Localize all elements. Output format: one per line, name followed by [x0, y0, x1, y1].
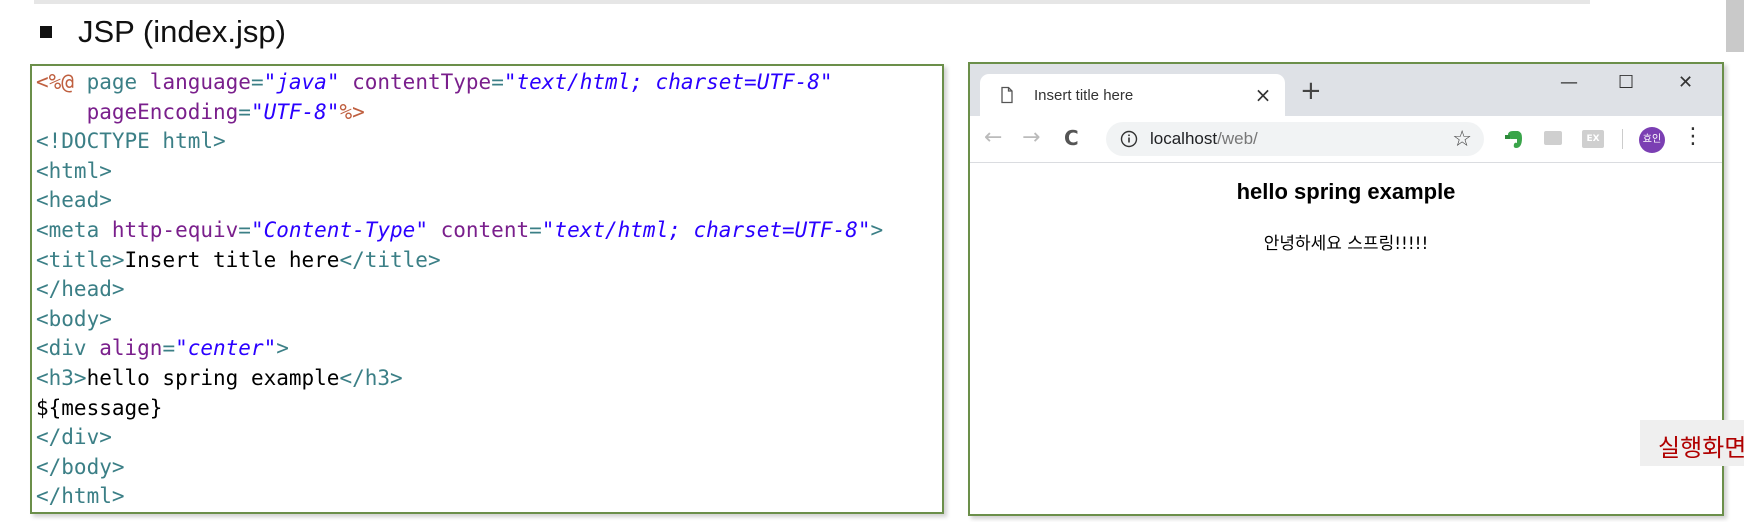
- code-token: </h3>: [339, 365, 403, 390]
- url-path: /web/: [1217, 129, 1258, 148]
- toolbar-divider: [1622, 129, 1623, 149]
- code-line: </head>: [36, 275, 883, 305]
- code-token: "java": [263, 70, 340, 94]
- new-tab-button[interactable]: +: [1300, 78, 1322, 104]
- reload-button[interactable]: C: [1064, 126, 1079, 150]
- browser-toolbar: ← → C localhost/web/ ☆ EX 효인 ⋮: [970, 116, 1722, 163]
- document-icon: [1001, 86, 1013, 104]
- code-token: page: [86, 70, 150, 94]
- url-text: localhost/web/: [1150, 129, 1452, 149]
- code-line: <title>Insert title here</title>: [36, 246, 883, 276]
- code-token: language: [149, 70, 251, 94]
- code-token: =: [250, 70, 264, 94]
- top-divider: [34, 0, 1590, 4]
- code-token: <!DOCTYPE html>: [36, 129, 226, 154]
- code-line: <body>: [36, 305, 883, 335]
- code-token: =: [491, 70, 504, 94]
- ex-extension-icon[interactable]: EX: [1582, 130, 1604, 148]
- code-line: <meta http-equiv="Content-Type" content=…: [36, 216, 883, 246]
- code-token: "Content-Type": [250, 217, 428, 242]
- code-token: <h3>: [36, 365, 87, 390]
- code-token: </body>: [36, 454, 125, 479]
- run-screen-label: 실행화면: [1640, 420, 1744, 466]
- code-token: =: [238, 99, 251, 124]
- code-line: <!DOCTYPE html>: [36, 127, 883, 157]
- code-line: <head>: [36, 186, 883, 216]
- scrollbar-thumb[interactable]: [1726, 0, 1744, 52]
- minimize-button[interactable]: —: [1560, 72, 1578, 93]
- code-token: =: [238, 217, 251, 242]
- tab-close-icon[interactable]: ×: [1251, 83, 1275, 107]
- code-line: </html>: [36, 482, 883, 512]
- code-token: %>: [339, 99, 365, 124]
- code-token: "center": [175, 336, 277, 361]
- code-token: "UTF-8": [250, 99, 340, 124]
- page-heading: hello spring example: [1236, 179, 1456, 204]
- browser-tab[interactable]: Insert title here ×: [980, 74, 1285, 116]
- code-token: ${message}: [36, 395, 163, 420]
- code-token: >: [870, 217, 884, 242]
- code-token: "text/html; charset=UTF-8": [503, 70, 833, 94]
- code-token: </head>: [36, 277, 125, 302]
- code-token: <meta: [36, 217, 112, 242]
- code-token: content: [427, 217, 530, 242]
- code-token: </html>: [36, 484, 125, 509]
- code-token: hello spring example: [86, 365, 340, 390]
- code-panel: <%@ page language="java" contentType="te…: [30, 64, 944, 514]
- url-host: localhost: [1150, 129, 1218, 148]
- code-line: pageEncoding="UTF-8"%>: [36, 98, 883, 128]
- code-token: </div>: [36, 425, 112, 450]
- code-line: <html>: [36, 157, 883, 187]
- code-token: <title>: [36, 247, 125, 272]
- browser-titlebar: Insert title here × + — ☐ ✕: [970, 64, 1722, 116]
- code-token: =: [529, 217, 542, 242]
- maximize-button[interactable]: ☐: [1618, 72, 1634, 93]
- address-bar[interactable]: localhost/web/ ☆: [1106, 122, 1484, 156]
- code-token: http-equiv: [111, 217, 239, 242]
- code-line: </div>: [36, 423, 883, 453]
- page-message: 안녕하세요 스프링!!!!!: [1263, 234, 1429, 254]
- page-viewport: hello spring example 안녕하세요 스프링!!!!!: [970, 163, 1722, 514]
- info-icon: [1120, 130, 1138, 148]
- heading-text: JSP (index.jsp): [78, 14, 286, 49]
- code-block: <%@ page language="java" contentType="te…: [36, 68, 883, 512]
- code-line: ${message}: [36, 394, 883, 424]
- bookmark-star-icon[interactable]: ☆: [1452, 127, 1472, 152]
- tab-title: Insert title here: [1034, 86, 1134, 104]
- code-token: <%@: [36, 70, 87, 94]
- code-token: "text/html; charset=UTF-8": [541, 217, 871, 242]
- evernote-extension-icon[interactable]: [1502, 128, 1526, 152]
- bullet-icon: [40, 26, 52, 38]
- code-token: <head>: [36, 188, 112, 213]
- code-token: Insert title here: [124, 247, 340, 272]
- close-window-button[interactable]: ✕: [1678, 72, 1693, 93]
- code-token: <body>: [36, 306, 112, 331]
- profile-avatar[interactable]: 효인: [1639, 127, 1665, 153]
- code-line: <div align="center">: [36, 334, 883, 364]
- side-label-text: 실행화면: [1658, 434, 1744, 462]
- code-token: =: [162, 336, 176, 361]
- code-line: <%@ page language="java" contentType="te…: [36, 68, 883, 98]
- code-line: </body>: [36, 453, 883, 483]
- extension-icon[interactable]: [1544, 131, 1562, 145]
- forward-button[interactable]: →: [1022, 125, 1040, 150]
- code-token: contentType: [339, 70, 492, 94]
- code-token: <div: [36, 336, 100, 361]
- code-token: <html>: [36, 158, 112, 183]
- back-button[interactable]: ←: [984, 125, 1002, 150]
- menu-icon[interactable]: ⋮: [1682, 124, 1704, 149]
- code-line: <h3>hello spring example</h3>: [36, 364, 883, 394]
- code-token: </title>: [339, 247, 441, 272]
- code-token: pageEncoding: [36, 99, 239, 124]
- code-token: >: [276, 336, 289, 361]
- browser-window: Insert title here × + — ☐ ✕ ← → C localh…: [968, 62, 1724, 516]
- code-token: align: [99, 336, 163, 361]
- slide-heading: JSP (index.jsp): [40, 10, 286, 54]
